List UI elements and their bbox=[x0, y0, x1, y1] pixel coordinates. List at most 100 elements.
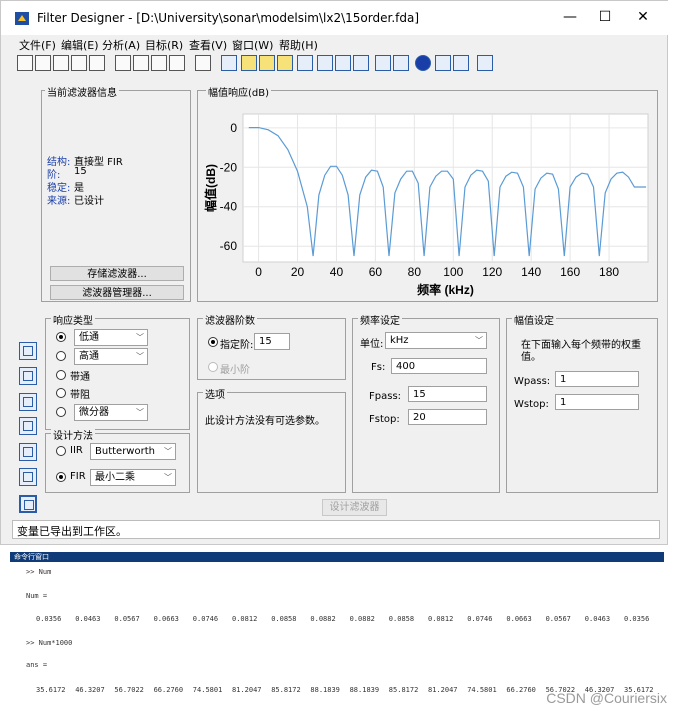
specify-order-input[interactable]: 15 bbox=[254, 333, 290, 350]
design-filter-sidebar-icon[interactable] bbox=[19, 342, 37, 360]
impulse-response-icon[interactable] bbox=[335, 55, 351, 71]
magnitude-phase-icon[interactable] bbox=[277, 55, 293, 71]
command-line-4: ans = bbox=[26, 661, 48, 669]
y-tick-label: -60 bbox=[220, 239, 238, 253]
ans-value: 46.3207 bbox=[75, 686, 105, 694]
design-method-panel: 设计方法 IIR Butterworth ﹀ FIR 最小二乘 ﹀ bbox=[45, 427, 190, 493]
iir-radio[interactable] bbox=[56, 446, 66, 456]
bandstop-radio[interactable] bbox=[56, 388, 66, 398]
fir-radio[interactable] bbox=[56, 472, 66, 482]
frequency-spec-legend: 频率设定 bbox=[358, 312, 402, 327]
ans-value: 66.2760 bbox=[506, 686, 536, 694]
iir-method-value: Butterworth bbox=[95, 446, 155, 457]
weights-hint: 在下面输入每个频带的权重值。 bbox=[521, 340, 641, 363]
num-value: 0.0356 bbox=[624, 615, 650, 623]
num-value: 0.0567 bbox=[545, 615, 571, 623]
lowpass-select[interactable]: 低通 ﹀ bbox=[74, 329, 148, 346]
transform-filter-sidebar-icon[interactable] bbox=[19, 367, 37, 385]
wstop-label: Wstop: bbox=[514, 399, 549, 410]
specify-order-radio[interactable] bbox=[208, 337, 218, 347]
lowpass-radio[interactable] bbox=[56, 332, 66, 342]
print-preview-icon[interactable] bbox=[89, 55, 105, 71]
menu-view[interactable]: 查看(V) bbox=[189, 37, 227, 53]
response-type-legend: 响应类型 bbox=[51, 312, 95, 327]
new-icon[interactable] bbox=[17, 55, 33, 71]
wpass-input[interactable]: 1 bbox=[555, 371, 639, 387]
differentiator-select[interactable]: 微分器 ﹀ bbox=[74, 404, 148, 421]
maximize-button[interactable]: ☐ bbox=[593, 7, 617, 27]
filter-manager-button[interactable]: 滤波器管理器... bbox=[50, 285, 184, 300]
zoom-in-icon[interactable] bbox=[115, 55, 131, 71]
design-filter-button[interactable]: 设计滤波器 bbox=[322, 499, 387, 516]
full-view-icon[interactable] bbox=[169, 55, 185, 71]
differentiator-radio[interactable] bbox=[56, 407, 66, 417]
print-icon[interactable] bbox=[71, 55, 87, 71]
iir-method-select[interactable]: Butterworth ﹀ bbox=[90, 443, 176, 460]
bandstop-label: 带阻 bbox=[70, 390, 90, 401]
minimize-button[interactable]: — bbox=[558, 7, 582, 27]
menu-window[interactable]: 窗口(W) bbox=[232, 37, 273, 53]
pole-zero-icon[interactable] bbox=[375, 55, 391, 71]
minimum-order-radio[interactable] bbox=[208, 362, 218, 372]
wstop-input[interactable]: 1 bbox=[555, 394, 639, 410]
step-response-icon[interactable] bbox=[353, 55, 369, 71]
specify-order-label: 指定阶: bbox=[220, 340, 254, 351]
fpass-input[interactable]: 15 bbox=[408, 386, 487, 402]
save-icon[interactable] bbox=[53, 55, 69, 71]
multirate-sidebar-icon[interactable] bbox=[19, 468, 37, 486]
source-value: 已设计 bbox=[74, 196, 104, 207]
menu-help[interactable]: 帮助(H) bbox=[279, 37, 318, 53]
group-delay-icon[interactable] bbox=[297, 55, 313, 71]
filter-specs-icon[interactable] bbox=[221, 55, 237, 71]
num-value: 0.0356 bbox=[36, 615, 62, 623]
close-button[interactable]: ✕ bbox=[631, 7, 655, 27]
magnitude-response-chart: 0 20 40 60 80 100 120 140 160 180 0 -20 -40 -60 频率 (kH… bbox=[203, 113, 649, 297]
coefficients-icon[interactable] bbox=[393, 55, 409, 71]
menu-edit[interactable]: 编辑(E) bbox=[61, 37, 99, 53]
quantize-sidebar-icon[interactable] bbox=[19, 393, 37, 411]
x-tick-label: 40 bbox=[330, 265, 344, 279]
menu-targets[interactable]: 目标(R) bbox=[145, 37, 183, 53]
highpass-radio[interactable] bbox=[56, 351, 66, 361]
filter-order-legend: 滤波器阶数 bbox=[203, 312, 257, 327]
num-value: 0.0663 bbox=[506, 615, 532, 623]
response-type-panel: 响应类型 低通 ﹀ 高通 ﹀ 带通 带阻 微分器 ﹀ bbox=[45, 312, 190, 430]
x-tick-label: 60 bbox=[369, 265, 383, 279]
new-window-icon[interactable] bbox=[195, 55, 211, 71]
order-value: 15 bbox=[74, 166, 87, 177]
highpass-select[interactable]: 高通 ﹀ bbox=[74, 348, 148, 365]
num-value: 0.0882 bbox=[310, 615, 336, 623]
fs-input[interactable]: 400 bbox=[391, 358, 487, 374]
import-filter-sidebar-icon[interactable] bbox=[19, 495, 37, 513]
command-window-title: 命令行窗口 bbox=[14, 553, 49, 561]
ans-value: 35.6172 bbox=[36, 686, 66, 694]
fir-method-select[interactable]: 最小二乘 ﹀ bbox=[90, 469, 176, 486]
bandpass-label: 带通 bbox=[70, 372, 90, 383]
command-line-3: >> Num*1000 bbox=[26, 639, 73, 647]
plot-area bbox=[242, 113, 649, 263]
fstop-input[interactable]: 20 bbox=[408, 409, 487, 425]
open-icon[interactable] bbox=[35, 55, 51, 71]
noise-icon[interactable] bbox=[453, 55, 469, 71]
filter-info-icon[interactable] bbox=[415, 55, 431, 71]
magnitude-response-panel: 幅值响应(dB) 0 20 40 60 80 100 120 140 160 180 0 -20 -40… bbox=[197, 84, 658, 302]
magnitude-estimate-icon[interactable] bbox=[435, 55, 451, 71]
magnitude-spec-legend: 幅值设定 bbox=[512, 312, 556, 327]
zoom-y-icon[interactable] bbox=[151, 55, 167, 71]
menu-file[interactable]: 文件(F) bbox=[19, 37, 56, 53]
menu-analysis[interactable]: 分析(A) bbox=[102, 37, 140, 53]
source-label: 来源: bbox=[47, 196, 71, 207]
phase-response-icon[interactable] bbox=[259, 55, 275, 71]
fs-label: Fs: bbox=[371, 362, 386, 373]
magnitude-response-icon[interactable] bbox=[241, 55, 257, 71]
command-window[interactable]: 命令行窗口 >> Num Num = 0.0356 0.0463 0.0567 0.0… bbox=[10, 552, 664, 711]
unit-select[interactable]: kHz ﹀ bbox=[385, 332, 487, 349]
bandpass-radio[interactable] bbox=[56, 370, 66, 380]
realize-model-sidebar-icon[interactable] bbox=[19, 417, 37, 435]
status-bar: 变量已导出到工作区。 bbox=[12, 520, 660, 539]
zoom-x-icon[interactable] bbox=[133, 55, 149, 71]
store-filter-button[interactable]: 存储滤波器... bbox=[50, 266, 184, 281]
pole-zero-editor-sidebar-icon[interactable] bbox=[19, 443, 37, 461]
phase-delay-icon[interactable] bbox=[317, 55, 333, 71]
whats-this-icon[interactable] bbox=[477, 55, 493, 71]
